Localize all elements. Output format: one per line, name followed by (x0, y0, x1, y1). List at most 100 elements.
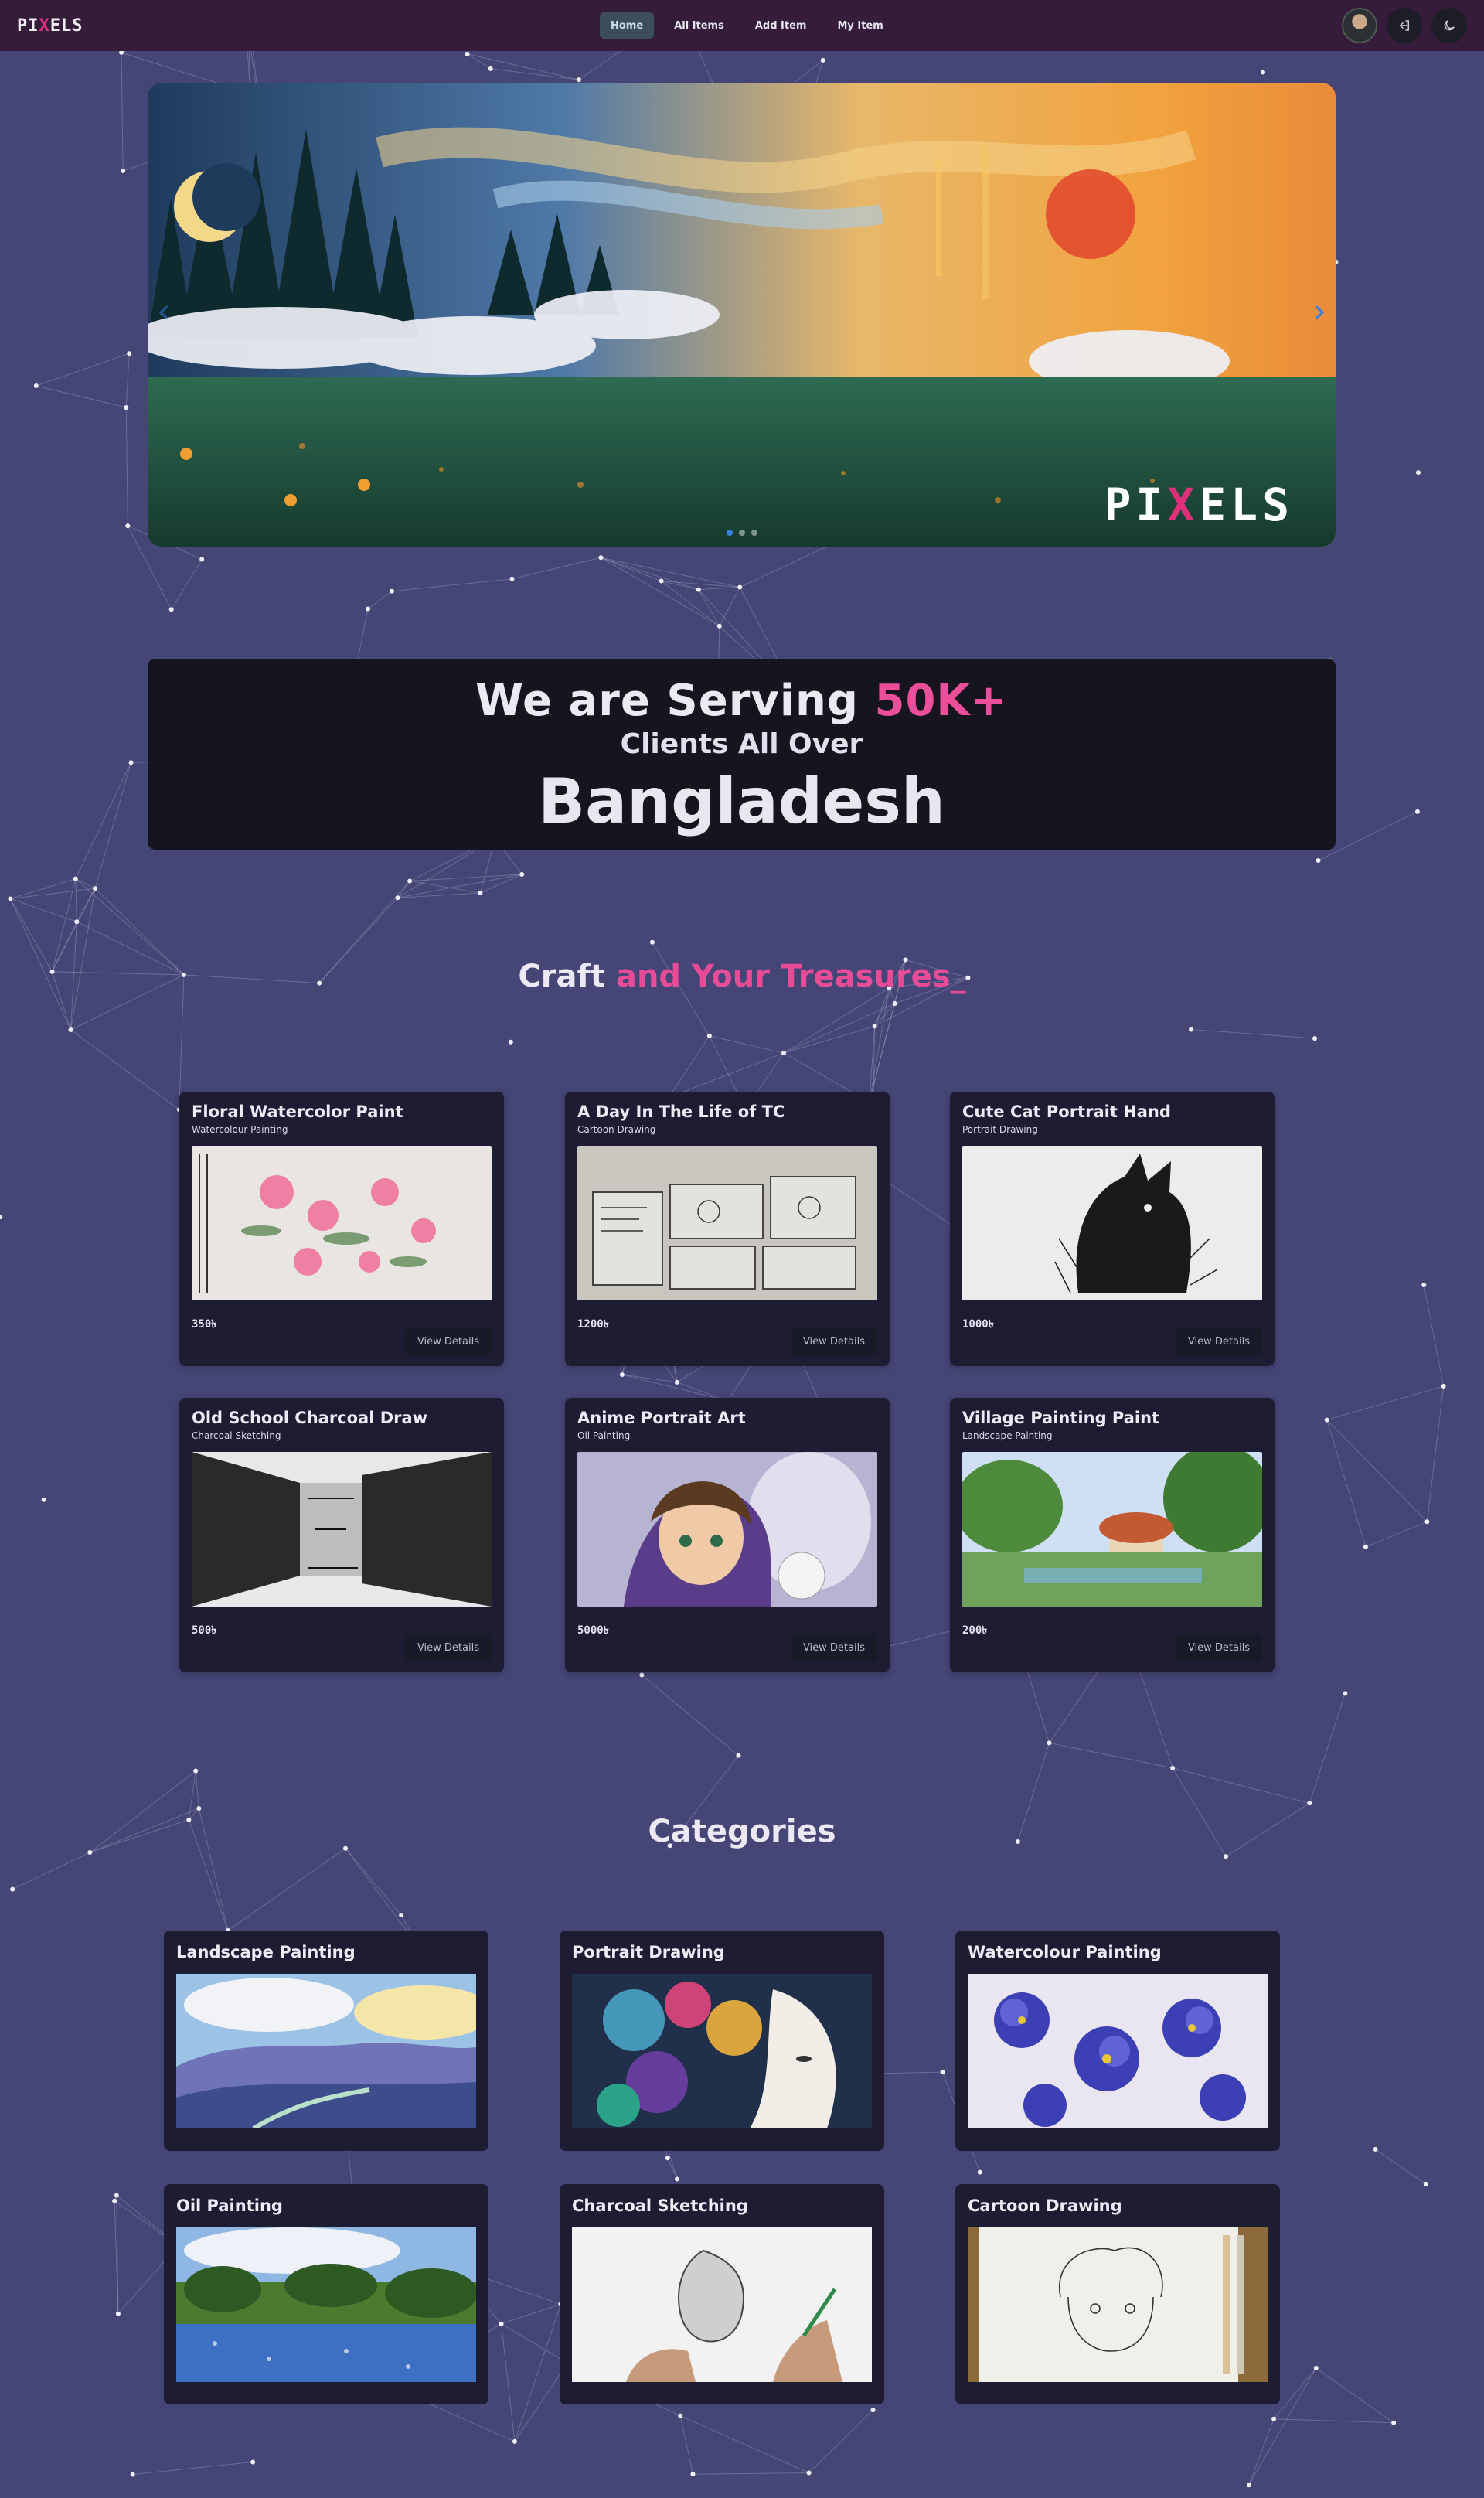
category-title: Watercolour Painting (968, 1943, 1162, 1961)
view-details-button[interactable]: View Details (404, 1634, 492, 1661)
network-node (1316, 858, 1321, 864)
network-line (679, 2415, 693, 2475)
view-details-button[interactable]: View Details (1175, 1634, 1262, 1661)
network-line (642, 1675, 739, 1757)
item-card: Anime Portrait Art Oil Painting 5000৳ Vi… (565, 1398, 890, 1672)
network-line (512, 557, 601, 580)
network-line (125, 353, 130, 408)
network-line (227, 1848, 346, 1931)
carousel-dot[interactable] (751, 530, 757, 536)
stats-banner: We are Serving 50K+ Clients All Over Ban… (148, 659, 1336, 850)
network-line (410, 880, 481, 894)
item-category: Watercolour Painting (192, 1124, 288, 1135)
network-node (736, 1753, 741, 1758)
item-title: Floral Watercolor Paint (192, 1102, 403, 1121)
craft-section-title: Craft and Your Treasures_ (0, 959, 1484, 994)
carousel-next-arrow[interactable]: › (1312, 291, 1326, 331)
item-title: A Day In The Life of TC (577, 1102, 785, 1121)
category-card[interactable]: Landscape Painting (164, 1931, 488, 2151)
category-card[interactable]: Watercolour Painting (955, 1931, 1280, 2151)
view-details-button[interactable]: View Details (404, 1327, 492, 1355)
network-line (1365, 1521, 1428, 1548)
network-node (1312, 1036, 1318, 1041)
view-details-button[interactable]: View Details (790, 1327, 877, 1355)
network-line (601, 557, 699, 591)
network-node (127, 351, 132, 356)
network-node (250, 2459, 256, 2465)
network-line (1274, 2418, 1394, 2424)
network-node (892, 1001, 897, 1007)
carousel-prev-arrow[interactable]: ‹ (157, 291, 171, 331)
category-title: Oil Painting (176, 2196, 283, 2215)
network-line (1326, 1419, 1367, 1547)
nav-link-my-item[interactable]: My Item (826, 12, 893, 39)
nav-link-add-item[interactable]: Add Item (744, 12, 818, 39)
network-line (1326, 1419, 1428, 1522)
hero-slide-image (148, 83, 1336, 547)
network-line (693, 2472, 809, 2475)
logo-suffix: ELS (49, 15, 83, 36)
network-line (188, 1770, 196, 1820)
network-line (179, 974, 185, 1110)
network-node (1414, 809, 1420, 814)
theme-toggle-button[interactable] (1431, 8, 1467, 43)
network-line (698, 587, 740, 591)
network-line (75, 762, 131, 879)
nav-link-home[interactable]: Home (600, 12, 655, 39)
carousel-dot[interactable] (726, 530, 733, 536)
network-node (665, 2156, 670, 2161)
network-node (781, 1051, 787, 1056)
network-line (501, 2323, 516, 2442)
network-line (75, 878, 77, 922)
network-line (125, 407, 128, 527)
category-card[interactable]: Oil Painting (164, 2184, 488, 2404)
category-card[interactable]: Cartoon Drawing (955, 2184, 1280, 2404)
item-price: 5000৳ (577, 1624, 609, 1637)
network-node (940, 2070, 945, 2075)
network-node (1307, 1801, 1312, 1806)
category-image (968, 1974, 1268, 2128)
network-node (1313, 2365, 1319, 2370)
category-image (968, 2227, 1268, 2382)
view-details-button[interactable]: View Details (1175, 1327, 1262, 1355)
network-node (737, 584, 743, 590)
network-node (675, 2176, 680, 2182)
category-card[interactable]: Charcoal Sketching (560, 2184, 884, 2404)
network-line (1273, 2367, 1317, 2420)
network-node (674, 1379, 679, 1385)
network-line (397, 881, 410, 898)
network-node (193, 1768, 199, 1774)
network-node (690, 2472, 696, 2477)
network-line (490, 68, 579, 80)
network-node (1424, 1519, 1430, 1525)
network-line (669, 1052, 785, 1098)
network-node (716, 623, 722, 629)
item-title: Cute Cat Portrait Hand (962, 1102, 1171, 1121)
category-card[interactable]: Portrait Drawing (560, 1931, 884, 2151)
hero-brand-prefix: PI (1104, 479, 1168, 531)
network-node (1373, 2146, 1378, 2152)
network-line (601, 557, 720, 627)
network-node (114, 2193, 119, 2198)
network-node (128, 760, 134, 765)
network-node (407, 878, 413, 884)
network-line (195, 1770, 199, 1809)
logout-button[interactable] (1387, 8, 1422, 43)
item-card: Cute Cat Portrait Hand Portrait Drawing … (950, 1092, 1275, 1366)
network-node (478, 891, 483, 896)
view-details-button[interactable]: View Details (790, 1634, 877, 1661)
nav-link-all-items[interactable]: All Items (663, 12, 735, 39)
logo[interactable]: PI X ELS (17, 16, 83, 36)
network-node (1343, 1691, 1348, 1696)
network-node (649, 939, 655, 945)
navbar: PI X ELS Home All Items Add Item My Item (0, 0, 1484, 51)
network-line (480, 874, 522, 894)
avatar[interactable] (1342, 8, 1377, 43)
network-line (783, 1003, 895, 1054)
item-category: Landscape Painting (962, 1430, 1053, 1441)
network-node (389, 588, 394, 594)
categories-section-title: Categories (648, 1814, 836, 1849)
network-line (1316, 2367, 1394, 2424)
carousel-dot[interactable] (738, 530, 745, 536)
item-category: Portrait Drawing (962, 1124, 1038, 1135)
